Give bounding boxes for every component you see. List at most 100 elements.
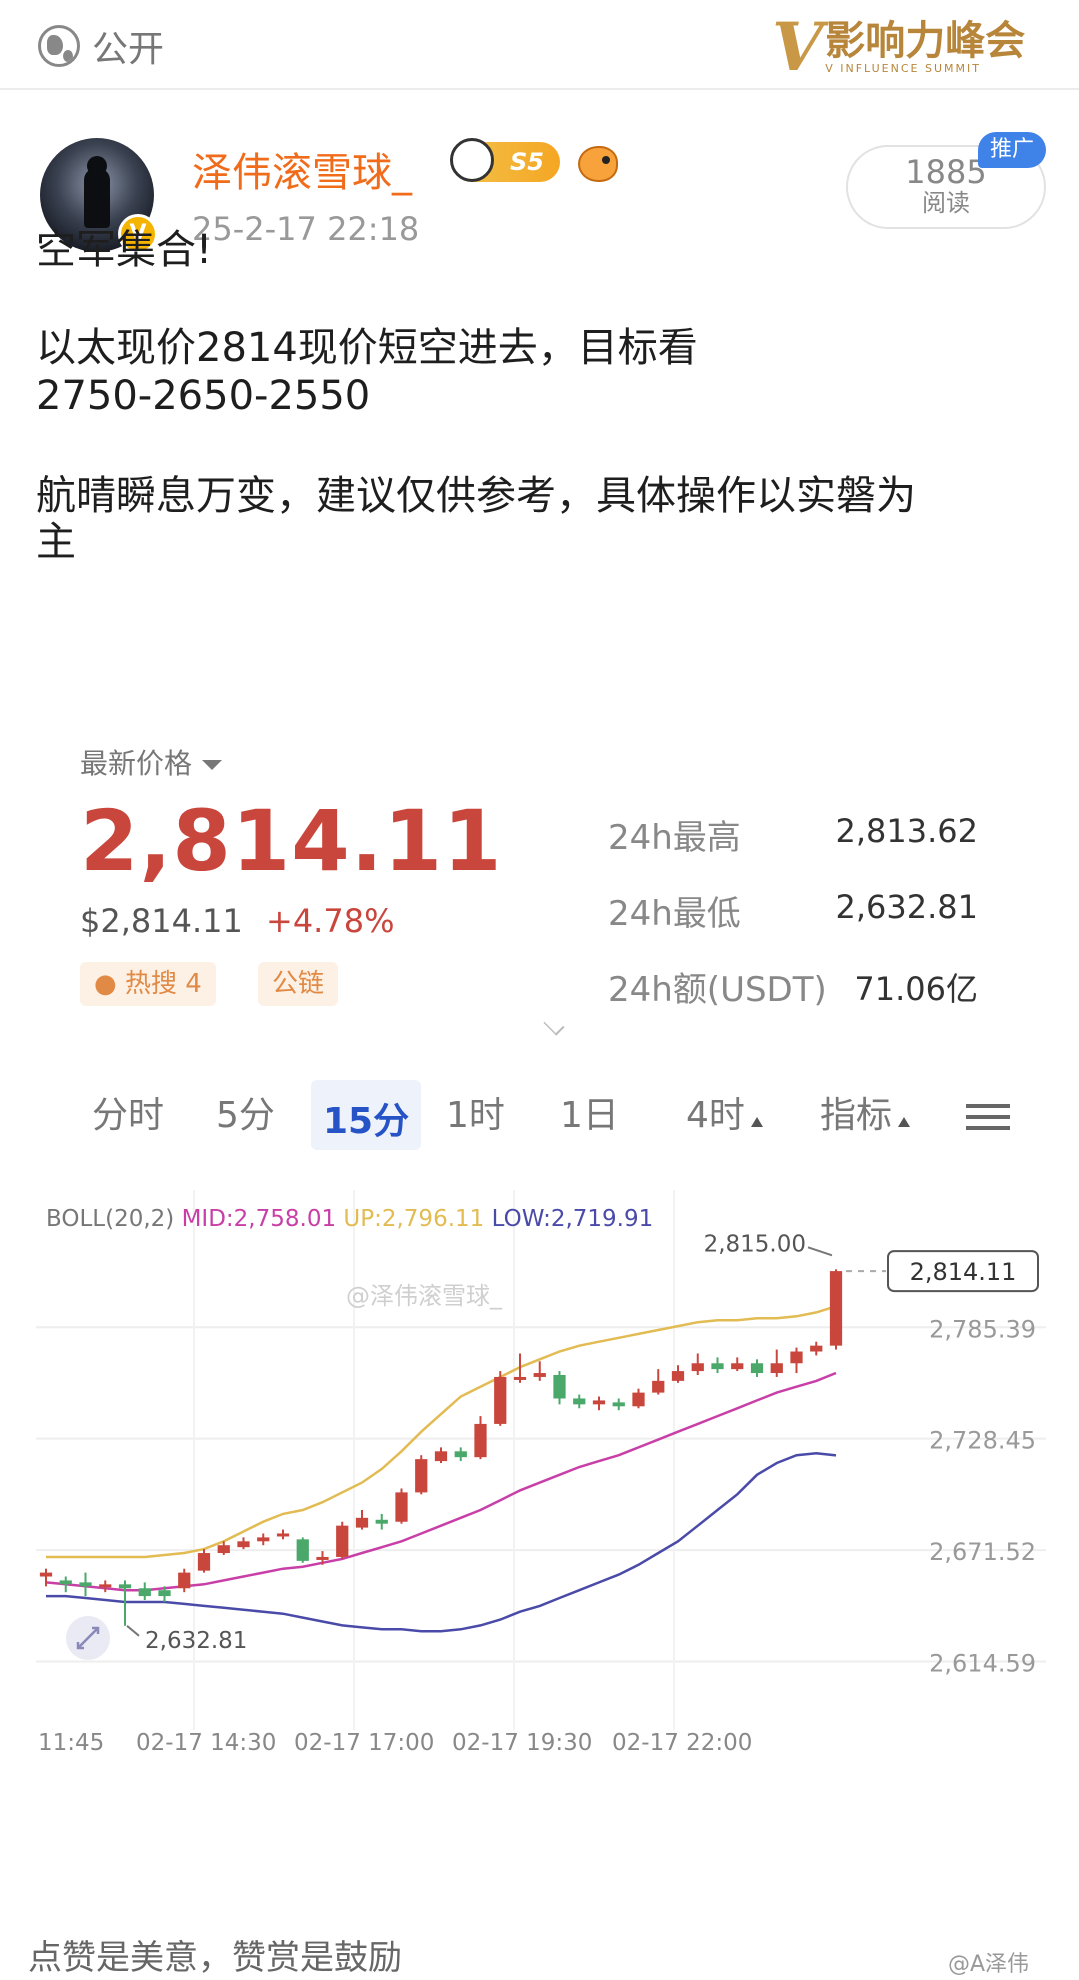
candle-body: [750, 1363, 764, 1374]
candle-body: [573, 1398, 586, 1405]
candle-body: [592, 1400, 606, 1405]
x-tick-label: 02-17 17:00: [294, 1730, 434, 1756]
candle-body: [336, 1525, 349, 1557]
visibility-label: 公开: [92, 29, 165, 70]
chain-tag: 公链: [258, 962, 339, 1006]
candle-body: [770, 1363, 783, 1374]
candle-body: [415, 1459, 428, 1493]
candle-body: [138, 1588, 151, 1597]
low-annotation: 2,632.81: [145, 1628, 247, 1654]
boll-legend-item: LOW:2,719.91: [484, 1206, 653, 1232]
tab-timeshare[interactable]: 分时: [92, 1086, 164, 1138]
chart-watermark: @泽伟滚雪球_: [346, 1282, 503, 1310]
high-annotation: 2,815.00: [704, 1231, 806, 1257]
fish-icon: [578, 146, 618, 182]
author-name[interactable]: 泽伟滚雪球_: [192, 140, 412, 198]
candle-body: [790, 1351, 803, 1364]
candle-body: [652, 1380, 665, 1393]
candle-body: [671, 1371, 685, 1381]
tab-1hour[interactable]: 1时: [446, 1086, 505, 1138]
candle-body: [39, 1572, 53, 1577]
candle-body: [237, 1541, 250, 1548]
post-line-5: 主: [36, 519, 76, 565]
candle-body: [513, 1376, 527, 1380]
logo-v-mark: V: [772, 8, 824, 86]
dropdown-corner-icon: [750, 1117, 763, 1127]
low-annotation-leader: [126, 1625, 140, 1637]
hot-search-tag: ● 热搜 4: [80, 962, 216, 1006]
boll-upper-line: [46, 1305, 837, 1559]
candle-body: [553, 1375, 566, 1399]
candle-body: [632, 1392, 645, 1407]
kline-chart[interactable]: 2,785.39 2,728.45 2,671.52 2,614.59 BOLL(20,…: [36, 1170, 1046, 1770]
candle-body: [474, 1423, 487, 1458]
x-tick-label: 11:45: [38, 1730, 104, 1756]
candle-body: [257, 1537, 270, 1542]
candle-body: [375, 1519, 388, 1524]
footer-text: 点赞是美意，赞赏是鼓励: [28, 1938, 402, 1978]
candle-body: [829, 1271, 843, 1346]
promo-badge[interactable]: 推广: [978, 132, 1046, 168]
candle-body: [434, 1451, 448, 1462]
y-tick-label: 2,614.59: [929, 1649, 1036, 1677]
top-bar: 公开 V 影响力峰会 V INFLUENCE SUMMIT: [0, 0, 1079, 90]
high-annotation-leader: [807, 1246, 833, 1257]
y-tick-label: 2,728.45: [929, 1427, 1036, 1455]
caret-down-icon: [202, 760, 223, 770]
usd-price: $2,814.11: [80, 902, 243, 940]
candle-body: [691, 1363, 704, 1372]
candle-body: [158, 1590, 171, 1597]
candle-body: [118, 1584, 132, 1589]
candle-body: [612, 1402, 625, 1407]
last-price: 2,814.11: [80, 792, 503, 890]
candle-body: [276, 1533, 290, 1537]
post-line-3: 2750-2650-2550: [36, 373, 371, 419]
tab-15min[interactable]: 15分: [311, 1080, 422, 1150]
x-tick-label: 02-17 14:30: [136, 1730, 276, 1756]
settings-sliders-icon[interactable]: [966, 1102, 1010, 1132]
boll-legend: BOLL(20,2) MID:2,758.01 UP:2,796.11 LOW:…: [46, 1206, 653, 1232]
candle-body: [79, 1582, 92, 1587]
fire-icon: ●: [94, 969, 125, 999]
tab-5min[interactable]: 5分: [216, 1086, 275, 1138]
x-tick-label: 02-17 19:30: [452, 1730, 592, 1756]
candle-body: [494, 1376, 507, 1424]
read-label: 阅读: [922, 189, 970, 217]
stat-volume-value: 71.06亿: [854, 970, 978, 1008]
expand-chevron-icon[interactable]: [543, 1014, 565, 1036]
current-price-label: 2,814.11: [910, 1258, 1017, 1286]
kline-svg: 2,785.39 2,728.45 2,671.52 2,614.59 BOLL(20,…: [36, 1190, 1046, 1756]
candle-body: [395, 1492, 408, 1522]
candle-body: [454, 1451, 467, 1458]
boll-legend-item: BOLL(20,2): [46, 1206, 174, 1232]
logo-chinese-text: 影响力峰会: [825, 18, 1026, 64]
candle-body: [731, 1363, 744, 1370]
tab-4hour[interactable]: 4时: [686, 1086, 763, 1138]
globe-icon: [38, 25, 80, 67]
tab-1day[interactable]: 1日: [560, 1086, 619, 1138]
tab-indicators[interactable]: 指标: [820, 1086, 911, 1138]
boll-lower-line: [46, 1452, 837, 1633]
dropdown-corner-icon: [898, 1117, 911, 1127]
price-change: +4.78%: [266, 902, 395, 940]
post-line-1: 空军集合!: [36, 227, 213, 273]
stat-high-label: 24h最高: [608, 818, 741, 858]
influence-summit-logo: V 影响力峰会 V INFLUENCE SUMMIT: [772, 14, 1025, 80]
astronaut-icon: [450, 138, 494, 182]
footer-watermark: @A泽伟: [948, 1952, 1030, 1977]
candle-body: [178, 1572, 191, 1589]
visibility-indicator[interactable]: 公开: [38, 20, 164, 72]
boll-legend-item: UP:2,796.11: [336, 1206, 484, 1232]
candle-body: [810, 1345, 823, 1352]
candle-body: [217, 1545, 230, 1554]
candle-body: [316, 1556, 329, 1560]
candle-body: [355, 1517, 369, 1528]
candle-body: [533, 1373, 546, 1377]
x-tick-label: 02-17 22:00: [612, 1730, 752, 1756]
stat-high-value: 2,813.62: [835, 812, 979, 850]
boll-legend-item: MID:2,758.01: [174, 1206, 336, 1232]
price-label: 最新价格: [80, 742, 223, 782]
candle-body: [99, 1584, 112, 1588]
y-tick-label: 2,671.52: [929, 1538, 1036, 1566]
candle-body: [197, 1553, 211, 1571]
